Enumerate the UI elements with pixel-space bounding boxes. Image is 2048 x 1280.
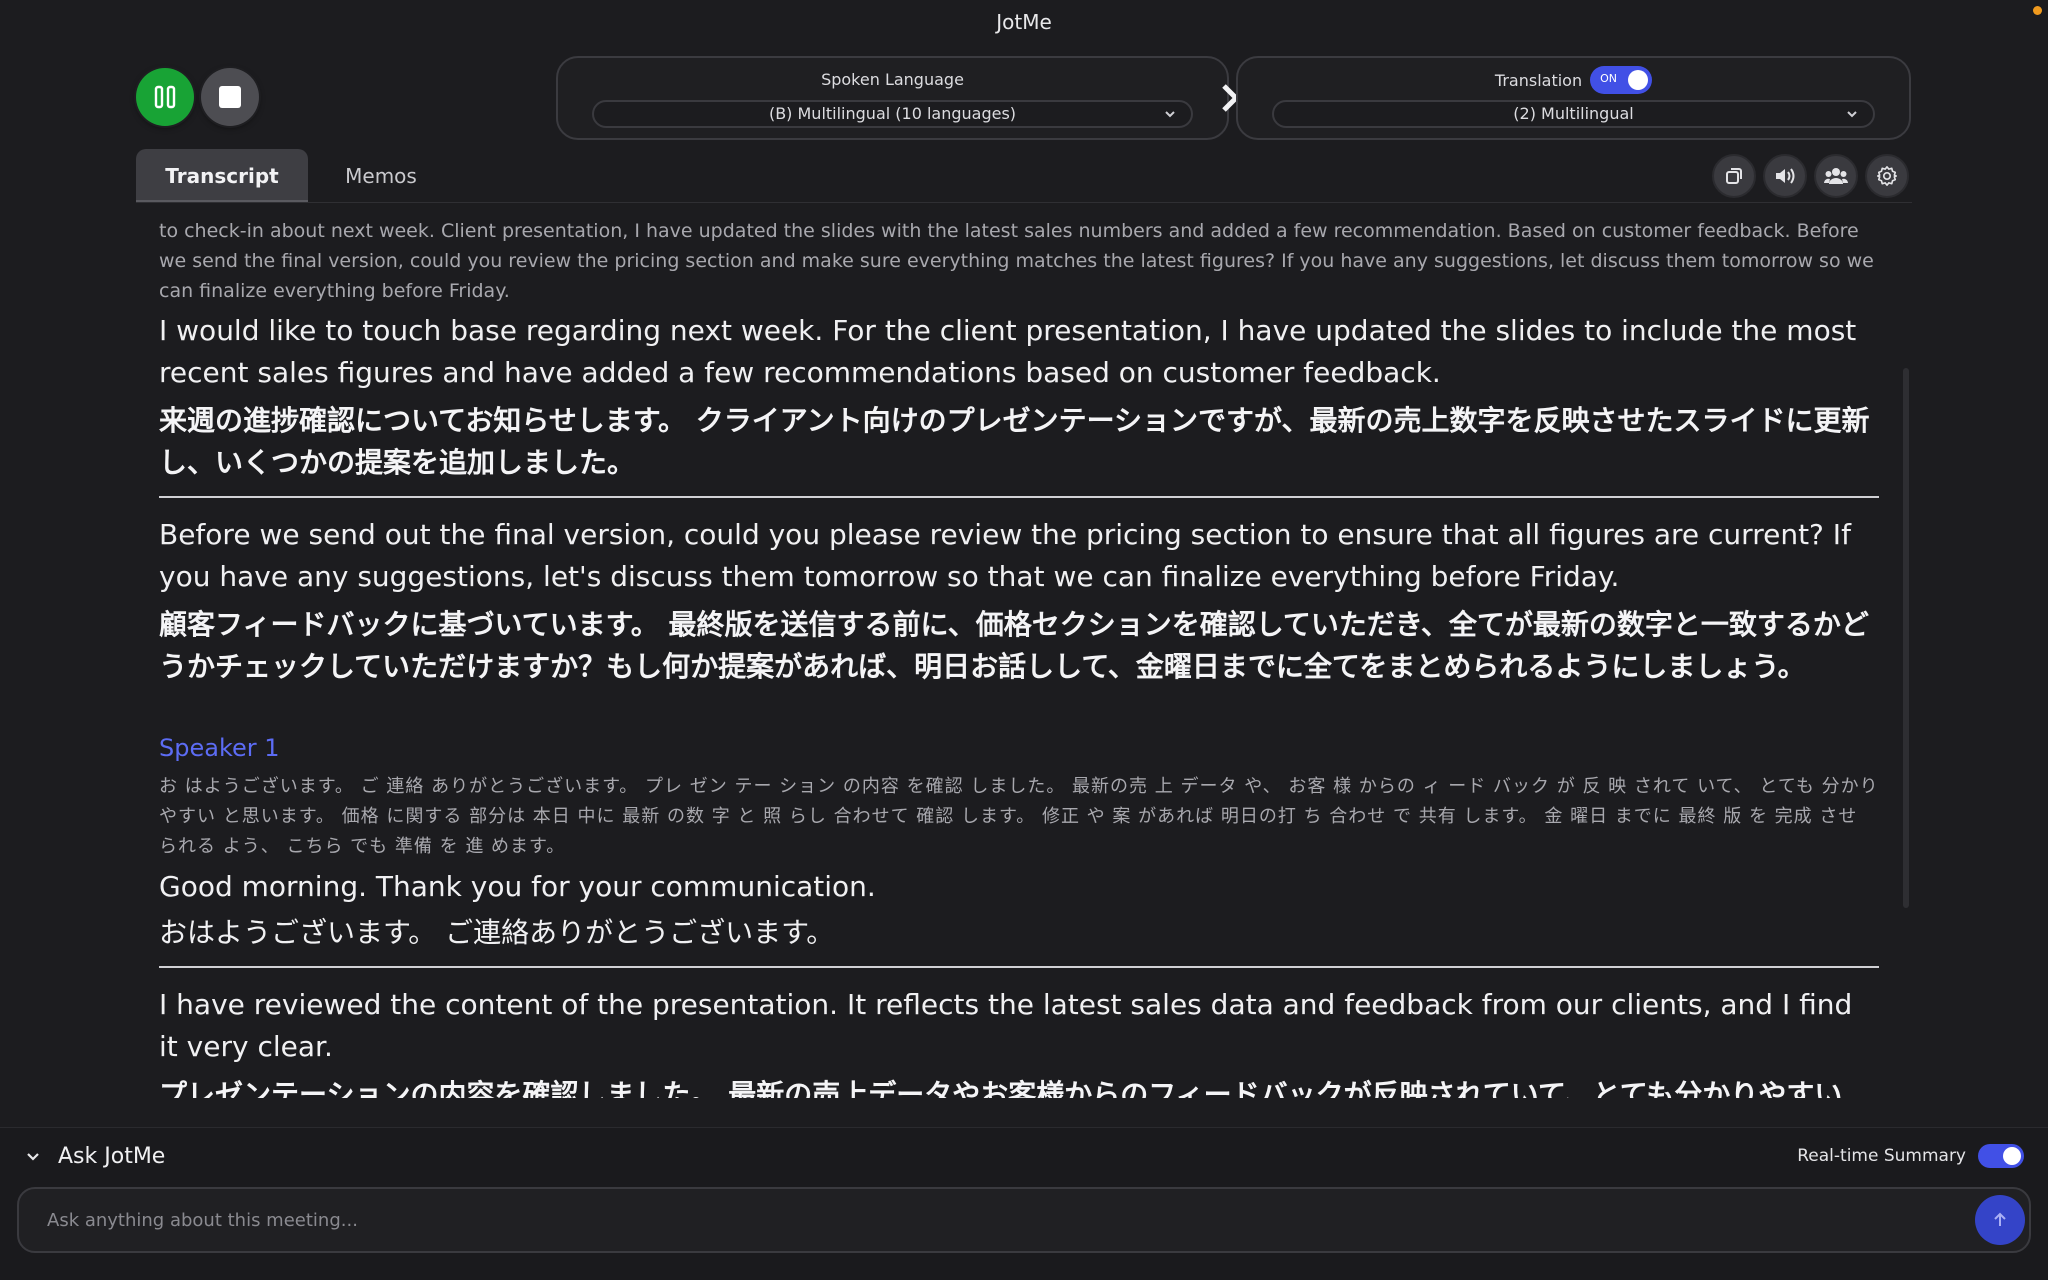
- realtime-summary-toggle[interactable]: [1978, 1144, 2024, 1168]
- spoken-language-select[interactable]: (B) Multilingual (10 languages): [592, 100, 1193, 128]
- tab-transcript[interactable]: Transcript: [136, 149, 308, 203]
- send-button[interactable]: [1975, 1195, 2025, 1245]
- translated-text-en: I have reviewed the content of the prese…: [159, 988, 1853, 1063]
- translation-toggle-text: ON: [1600, 72, 1617, 85]
- chevron-down-icon[interactable]: [24, 1148, 42, 1166]
- popout-button[interactable]: [1712, 154, 1756, 198]
- ask-header[interactable]: Ask JotMe: [24, 1144, 165, 1169]
- translated-text-ja: 顧客フィードバックに基づいています。 最終版を送信する前に、価格セクションを確認…: [159, 608, 1869, 683]
- translated-text-en: I would like to touch base regarding nex…: [159, 314, 1857, 389]
- audio-button[interactable]: [1763, 154, 1807, 198]
- speaker-icon: [1776, 168, 1795, 184]
- pause-button[interactable]: [136, 68, 194, 126]
- realtime-summary-label: Real-time Summary: [1797, 1146, 1966, 1166]
- toggle-knob: [2003, 1147, 2021, 1165]
- arrow-up-icon: [1994, 1212, 2006, 1226]
- gear-icon: [1877, 166, 1897, 186]
- translation-panel: Translation ON (2) Multilingual: [1236, 56, 1911, 140]
- app-title: JotMe: [996, 10, 1052, 34]
- chevron-down-icon: [1165, 111, 1175, 118]
- translated-text-ja: プレゼンテーションの内容を確認しました。 最新の売上データやお客様からのフィード…: [159, 1078, 1843, 1098]
- ask-input-container: [17, 1187, 2031, 1253]
- participants-button[interactable]: [1814, 154, 1858, 198]
- popout-icon: [1726, 168, 1742, 184]
- toggle-knob: [1628, 70, 1649, 90]
- segment-divider: [159, 966, 1879, 968]
- chevron-down-icon: [1847, 111, 1857, 118]
- title-bar: JotMe: [0, 0, 2048, 46]
- divider: [136, 202, 1912, 203]
- translation-header: Translation ON: [1238, 66, 1909, 94]
- translation-label: Translation: [1494, 70, 1583, 90]
- source-text: to check-in about next week. Client pres…: [159, 220, 1874, 302]
- status-dot: [2033, 6, 2042, 15]
- translated-text-en: Before we send out the final version, co…: [159, 518, 1851, 593]
- translation-toggle[interactable]: ON: [1590, 66, 1653, 94]
- ask-title: Ask JotMe: [58, 1144, 166, 1169]
- speaker-name[interactable]: Speaker 1: [159, 730, 1879, 766]
- pause-icon: [154, 85, 176, 109]
- source-text: お はようございます。 ご 連絡 ありがとうございます。 プレ ゼン テー ショ…: [159, 776, 1879, 857]
- app-window: JotMe Spoken Language (B) Multilingual (…: [0, 0, 2048, 1280]
- translation-language-value: (2) Multilingual: [1513, 104, 1634, 123]
- segment-divider: [159, 496, 1879, 498]
- translated-text-en: Good morning. Thank you for your communi…: [159, 870, 876, 903]
- realtime-summary: Real-time Summary: [1797, 1144, 2024, 1168]
- translated-text-ja: 来週の進捗確認についてお知らせします。 クライアント向けのプレゼンテーションです…: [159, 404, 1870, 479]
- scrollbar[interactable]: [1903, 368, 1909, 908]
- settings-button[interactable]: [1865, 154, 1909, 198]
- spoken-language-value: (B) Multilingual (10 languages): [768, 104, 1017, 123]
- transcript-area[interactable]: to check-in about next week. Client pres…: [159, 216, 1879, 1098]
- ask-panel: Ask JotMe Real-time Summary: [0, 1127, 2048, 1280]
- spoken-language-label: Spoken Language: [821, 70, 964, 89]
- stop-icon: [219, 86, 241, 108]
- tab-memos[interactable]: Memos: [316, 149, 446, 203]
- translation-language-select[interactable]: (2) Multilingual: [1272, 100, 1875, 128]
- translated-text-ja: おはようございます。 ご連絡ありがとうございます。: [159, 916, 835, 949]
- stop-button[interactable]: [201, 68, 259, 126]
- ask-input[interactable]: [47, 1189, 1927, 1251]
- people-icon: [1824, 168, 1848, 184]
- spoken-language-panel: Spoken Language (B) Multilingual (10 lan…: [556, 56, 1229, 140]
